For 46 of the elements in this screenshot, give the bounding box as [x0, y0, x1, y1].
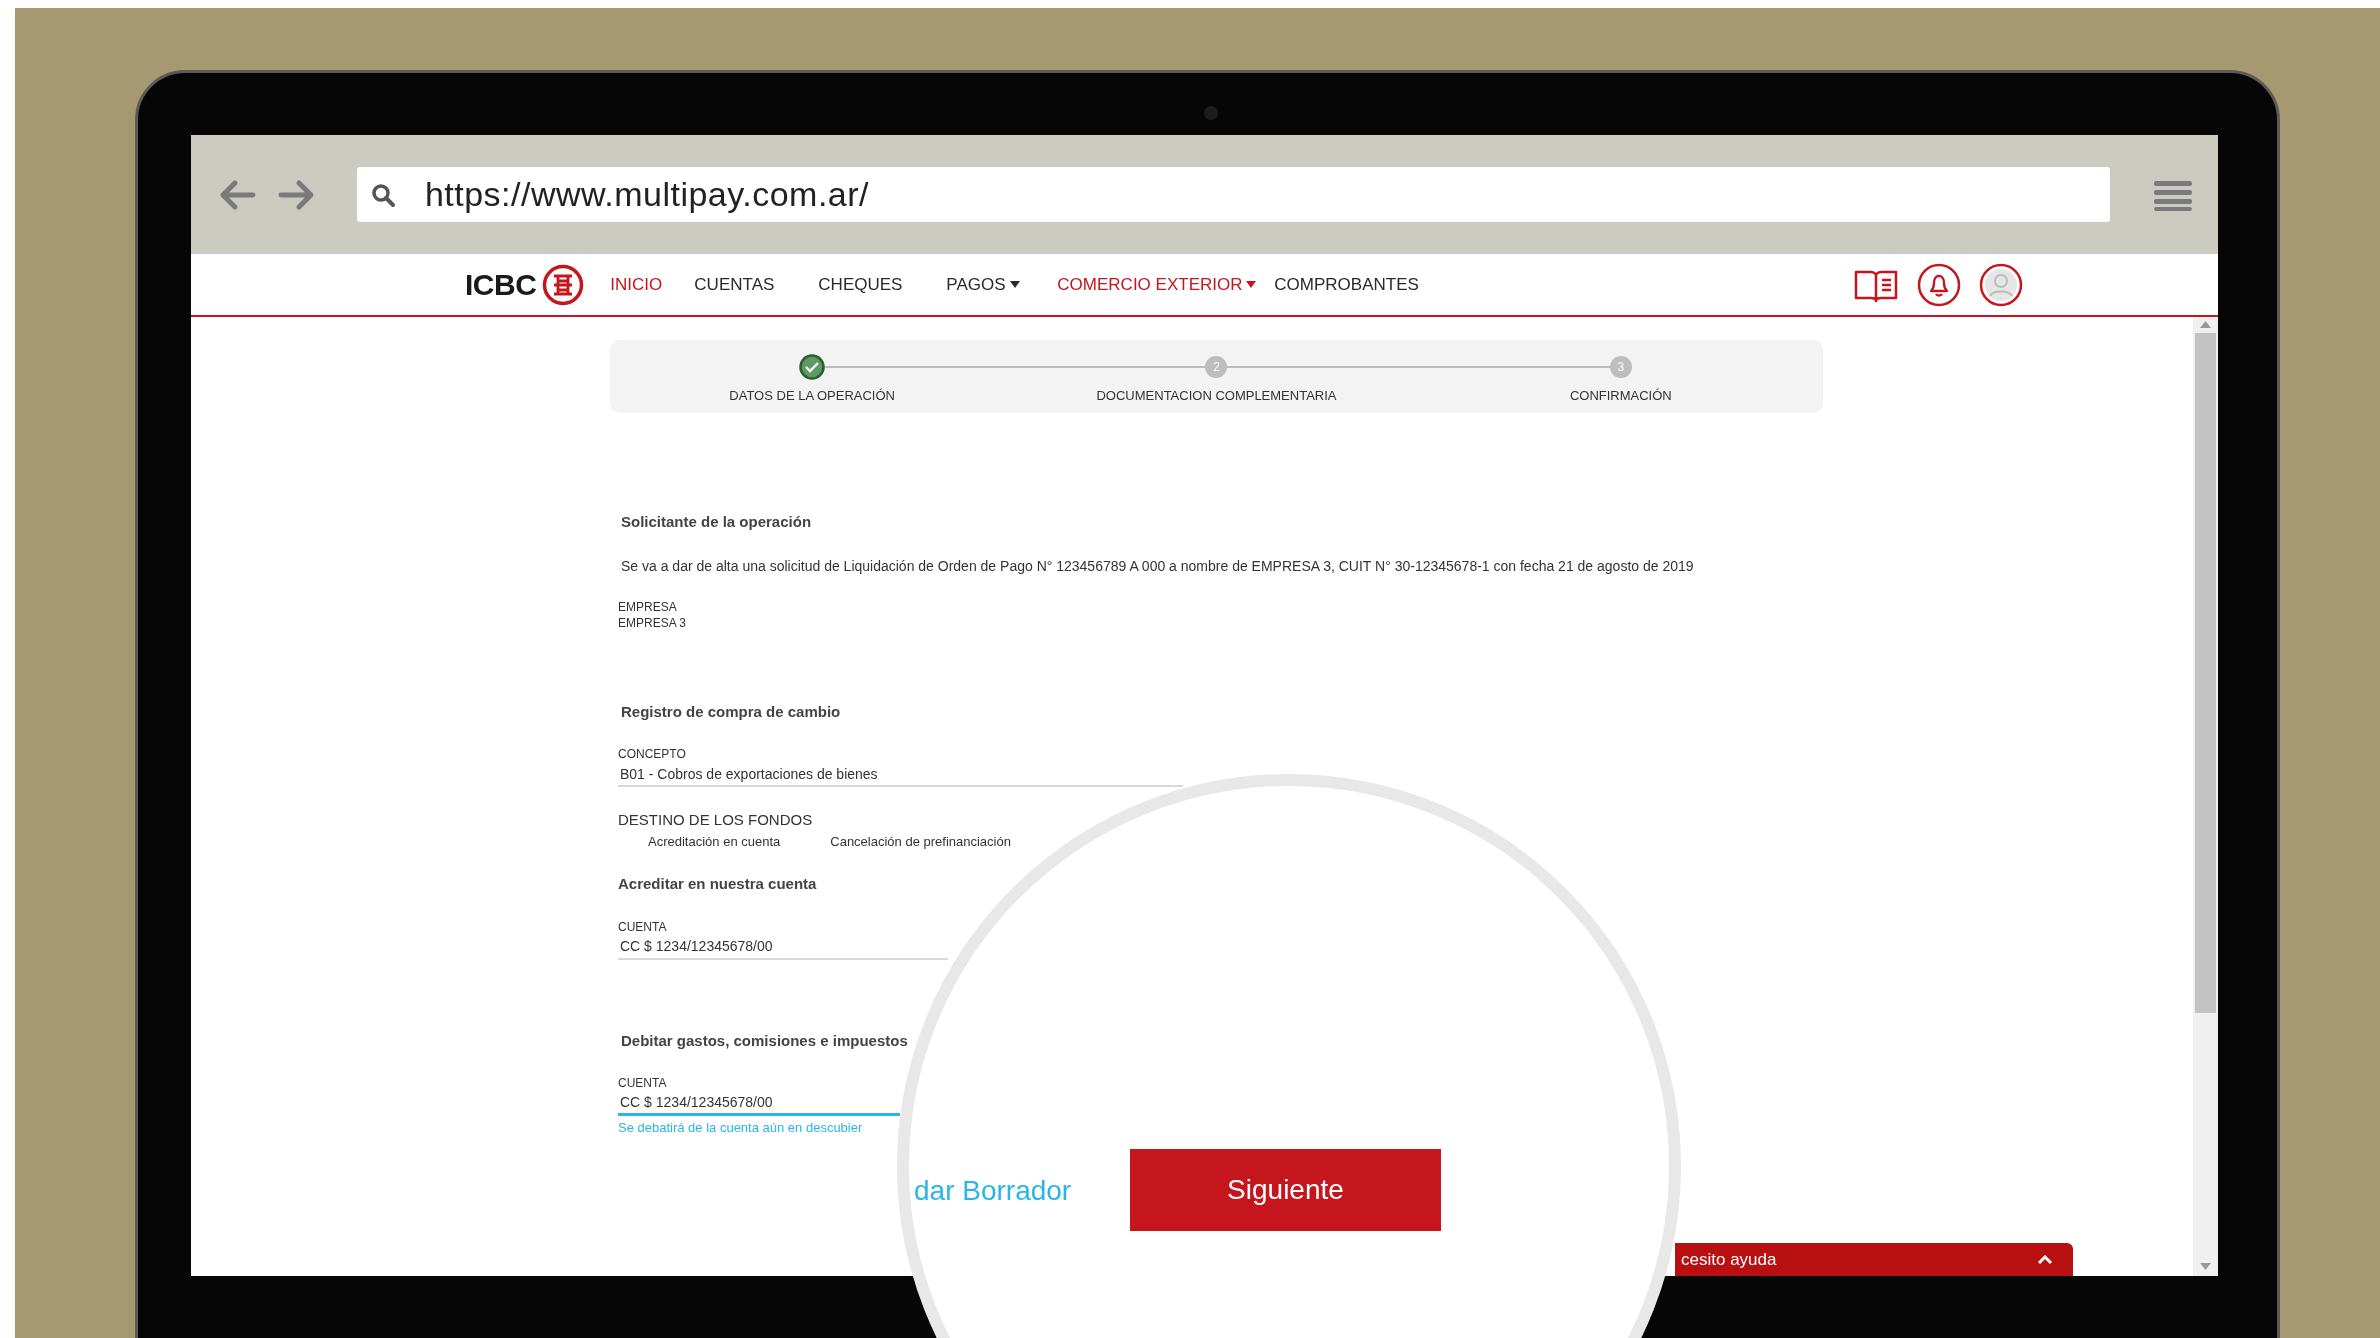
scrollbar-thumb[interactable]	[2195, 333, 2216, 1013]
scrollbar[interactable]	[2193, 317, 2218, 1276]
menu-icon[interactable]	[2154, 178, 2192, 211]
field-label: CONCEPTO	[618, 746, 687, 763]
info-label: EMPRESA	[618, 598, 678, 615]
step-number: 2	[1205, 356, 1228, 378]
nav-link[interactable]: INICIO	[610, 271, 695, 298]
option-label[interactable]: Cancelación de prefinanciación	[830, 831, 1011, 851]
search-icon	[370, 182, 395, 207]
nav-link[interactable]: COMERCIO EXTERIOR	[1057, 271, 1275, 298]
step-label: DATOS DE LA OPERACIÓN	[729, 387, 895, 405]
help-bar[interactable]: cesito ayuda	[1675, 1243, 2073, 1276]
section-heading: Solicitante de la operación	[620, 512, 813, 532]
field-label: CUENTA	[618, 1075, 668, 1092]
step-label: CONFIRMACIÓN	[1569, 387, 1672, 405]
section-heading: Debitar gastos, comisiones e impuestos	[620, 1030, 909, 1051]
info-value: EMPRESA 3	[618, 614, 688, 631]
scroll-down-icon[interactable]	[2200, 1263, 2211, 1270]
bell-icon[interactable]	[1917, 262, 1961, 307]
section-heading: Registro de compra de cambio	[620, 701, 842, 722]
help-text: cesito ayuda	[1681, 1248, 1777, 1271]
input-field[interactable]: CC $ 1234/12345678/00	[618, 1092, 900, 1116]
description-text: Se va a dar de alta una solicitud de Liquidación de Orden de Pago N° 123456789 A 000 a nombre de EMPRESA 3, CUIT N° 30-12345678-1 con fecha 21 de agosto de 2019	[620, 556, 1695, 576]
address-bar[interactable]: https://www.multipay.com.ar/	[356, 167, 2111, 222]
nav-link[interactable]: CUENTAS	[694, 271, 819, 298]
next-button[interactable]: Siguiente	[1130, 1149, 1441, 1231]
section-subheading: Acreditar en nuestra cuenta	[618, 874, 818, 894]
logo-emblem-icon	[542, 263, 585, 306]
input-field[interactable]: CC $ 1234/12345678/00	[618, 935, 948, 960]
caret-icon	[1246, 281, 1257, 288]
step-label: DOCUMENTACION COMPLEMENTARIA	[1096, 387, 1337, 405]
chevron-up-icon	[2037, 1254, 2053, 1265]
nav-link[interactable]: PAGOS	[946, 271, 1058, 298]
helper-text: Se debatirá de la cuenta aún en descubier	[618, 1119, 864, 1137]
url-text: https://www.multipay.com.ar/	[424, 174, 870, 215]
input-field[interactable]: B01 - Cobros de exportaciones de bienes	[618, 763, 1183, 787]
group-label: DESTINO DE LOS FONDOS	[618, 810, 814, 830]
user-avatar-icon[interactable]	[1979, 262, 2023, 307]
option-label[interactable]: Acreditación en cuenta	[648, 831, 781, 851]
nav-link[interactable]: COMPROBANTES	[1274, 271, 1450, 298]
scroll-up-icon[interactable]	[2200, 321, 2211, 328]
field-label: CUENTA	[618, 918, 668, 936]
logo-text: ICBC	[465, 267, 537, 303]
caret-icon	[1009, 281, 1020, 288]
nav-link[interactable]: CHEQUES	[818, 271, 947, 298]
step-number: 3	[1609, 356, 1632, 378]
